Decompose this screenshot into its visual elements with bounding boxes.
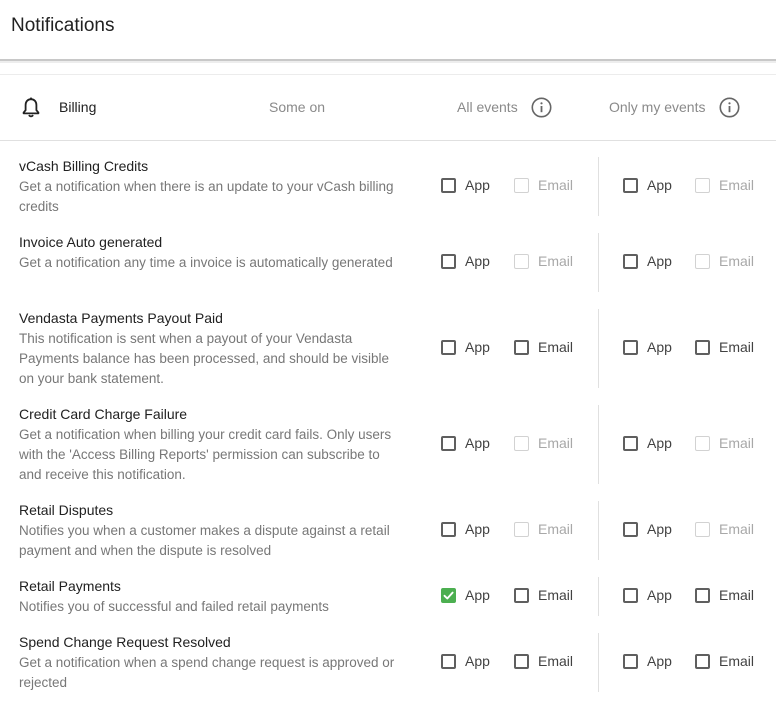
page-title: Notifications bbox=[11, 15, 115, 36]
checkbox-box[interactable] bbox=[441, 340, 456, 355]
my-events-header: Only my events bbox=[609, 99, 706, 115]
notification-description: Get a notification when billing your cre… bbox=[19, 427, 392, 482]
checkbox-label: Email bbox=[719, 587, 755, 603]
checkbox-label: App bbox=[465, 587, 490, 603]
checkbox-label: Email bbox=[538, 253, 574, 269]
info-icon[interactable] bbox=[719, 97, 740, 118]
top-bar-shadow bbox=[0, 61, 776, 63]
checkbox-label: Email bbox=[719, 339, 755, 355]
checkbox-box bbox=[695, 522, 710, 537]
info-icon[interactable] bbox=[531, 97, 552, 118]
group-status: Some on bbox=[269, 99, 326, 115]
notification-name: vCash Billing Credits bbox=[19, 158, 149, 174]
notification-description: Get a notification when a spend change r… bbox=[19, 655, 395, 690]
checkbox-label: Email bbox=[538, 653, 574, 669]
checkbox-label: App bbox=[465, 521, 490, 537]
column-divider bbox=[598, 577, 599, 616]
notification-description: Get a notification any time a invoice is… bbox=[19, 255, 393, 270]
all-events-header: All events bbox=[457, 99, 518, 115]
checkbox-box bbox=[695, 178, 710, 193]
checkbox-box bbox=[514, 178, 529, 193]
notification-name: Retail Disputes bbox=[19, 502, 114, 518]
checkbox-label: App bbox=[647, 339, 672, 355]
checkbox-label: App bbox=[465, 435, 490, 451]
column-divider bbox=[598, 405, 599, 484]
checkbox-label: Email bbox=[719, 653, 755, 669]
checkbox-label: App bbox=[465, 339, 490, 355]
checkbox-box[interactable] bbox=[623, 178, 638, 193]
checkbox-label: App bbox=[465, 253, 490, 269]
checkbox-label: Email bbox=[719, 253, 755, 269]
checkbox-box bbox=[514, 254, 529, 269]
column-divider bbox=[598, 633, 599, 692]
notification-name: Credit Card Charge Failure bbox=[19, 406, 188, 422]
checkbox-box[interactable] bbox=[623, 254, 638, 269]
checkbox-box[interactable] bbox=[441, 178, 456, 193]
notification-name: Invoice Auto generated bbox=[19, 234, 163, 250]
group-name: Billing bbox=[59, 99, 97, 115]
notification-name: Spend Change Request Resolved bbox=[19, 634, 231, 650]
checkbox-label: Email bbox=[538, 521, 574, 537]
checkbox-box[interactable] bbox=[514, 340, 529, 355]
checkbox-label: Email bbox=[538, 435, 574, 451]
checkbox-box bbox=[695, 254, 710, 269]
notification-description: Get a notification when there is an upda… bbox=[19, 179, 394, 214]
column-divider bbox=[598, 233, 599, 292]
checkbox-box[interactable] bbox=[623, 654, 638, 669]
checkbox-box[interactable] bbox=[623, 436, 638, 451]
top-bar: Notifications bbox=[0, 0, 776, 61]
notification-description: Notifies you of successful and failed re… bbox=[19, 599, 329, 614]
checkbox-box bbox=[514, 522, 529, 537]
checkbox-label: App bbox=[647, 653, 672, 669]
checkbox-box[interactable] bbox=[441, 654, 456, 669]
checkbox-label: App bbox=[647, 587, 672, 603]
checkbox-label: Email bbox=[719, 177, 755, 193]
notification-description: This notification is sent when a payout … bbox=[19, 331, 389, 386]
checkbox-box[interactable] bbox=[623, 340, 638, 355]
checkbox-label: Email bbox=[538, 587, 574, 603]
checkbox-label: Email bbox=[719, 521, 755, 537]
checkbox-box[interactable] bbox=[695, 340, 710, 355]
checkbox-label: App bbox=[465, 653, 490, 669]
column-divider bbox=[598, 157, 599, 216]
checkbox-box bbox=[514, 436, 529, 451]
checkbox-box[interactable] bbox=[695, 654, 710, 669]
checkbox-label: App bbox=[647, 253, 672, 269]
checkbox-label: Email bbox=[719, 435, 755, 451]
checkbox-box[interactable] bbox=[441, 436, 456, 451]
checkbox-label: App bbox=[647, 435, 672, 451]
checkbox-label: Email bbox=[538, 177, 574, 193]
column-divider bbox=[598, 501, 599, 560]
checkbox-label: App bbox=[465, 177, 490, 193]
checkbox-box bbox=[695, 436, 710, 451]
checkmark-icon bbox=[443, 591, 454, 600]
checkbox-box[interactable] bbox=[623, 588, 638, 603]
checkbox-box[interactable] bbox=[441, 588, 456, 603]
checkbox-label: App bbox=[647, 521, 672, 537]
checkbox-label: App bbox=[647, 177, 672, 193]
notification-name: Retail Payments bbox=[19, 578, 121, 594]
column-divider bbox=[598, 309, 599, 388]
checkbox-box[interactable] bbox=[514, 588, 529, 603]
notification-description: Notifies you when a customer makes a dis… bbox=[19, 523, 390, 558]
checkbox-box[interactable] bbox=[441, 522, 456, 537]
bell-icon bbox=[22, 97, 40, 118]
checkbox-box[interactable] bbox=[623, 522, 638, 537]
notification-name: Vendasta Payments Payout Paid bbox=[19, 310, 223, 326]
checkbox-box[interactable] bbox=[514, 654, 529, 669]
checkbox-box[interactable] bbox=[695, 588, 710, 603]
checkbox-label: Email bbox=[538, 339, 574, 355]
checkbox-box[interactable] bbox=[441, 254, 456, 269]
billing-group-header[interactable]: Billing Some on All events Only my event… bbox=[0, 75, 776, 141]
